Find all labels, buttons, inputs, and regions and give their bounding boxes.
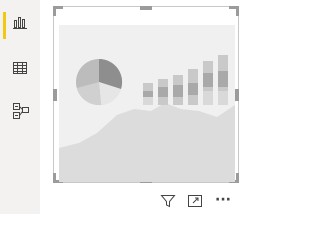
- resize-handle-top[interactable]: [140, 6, 152, 10]
- more-options-button[interactable]: ···: [212, 193, 234, 209]
- focus-mode-button[interactable]: [187, 193, 203, 209]
- model-diagram-icon: [13, 103, 29, 119]
- active-indicator: [3, 12, 6, 39]
- left-nav-rail: [0, 0, 40, 214]
- placeholder-chart-graphic: [59, 55, 235, 182]
- resize-handle-top-right[interactable]: [229, 6, 239, 16]
- more-options-icon: ···: [215, 192, 231, 208]
- focus-mode-icon: [188, 195, 202, 207]
- placeholder-bars: [143, 55, 228, 105]
- filter-button[interactable]: [160, 193, 176, 209]
- resize-handle-left[interactable]: [53, 89, 57, 101]
- nav-model-view[interactable]: [0, 92, 40, 132]
- resize-handle-right[interactable]: [235, 89, 239, 101]
- filter-icon: [160, 195, 176, 208]
- placeholder-pie: [76, 58, 123, 106]
- table-grid-icon: [13, 62, 27, 74]
- empty-visual-container[interactable]: [53, 6, 239, 183]
- nav-report-view[interactable]: [0, 4, 40, 44]
- resize-handle-top-left[interactable]: [53, 6, 63, 16]
- nav-data-view[interactable]: [0, 50, 40, 90]
- empty-visual-placeholder: [59, 25, 235, 182]
- report-chart-icon: [13, 17, 27, 29]
